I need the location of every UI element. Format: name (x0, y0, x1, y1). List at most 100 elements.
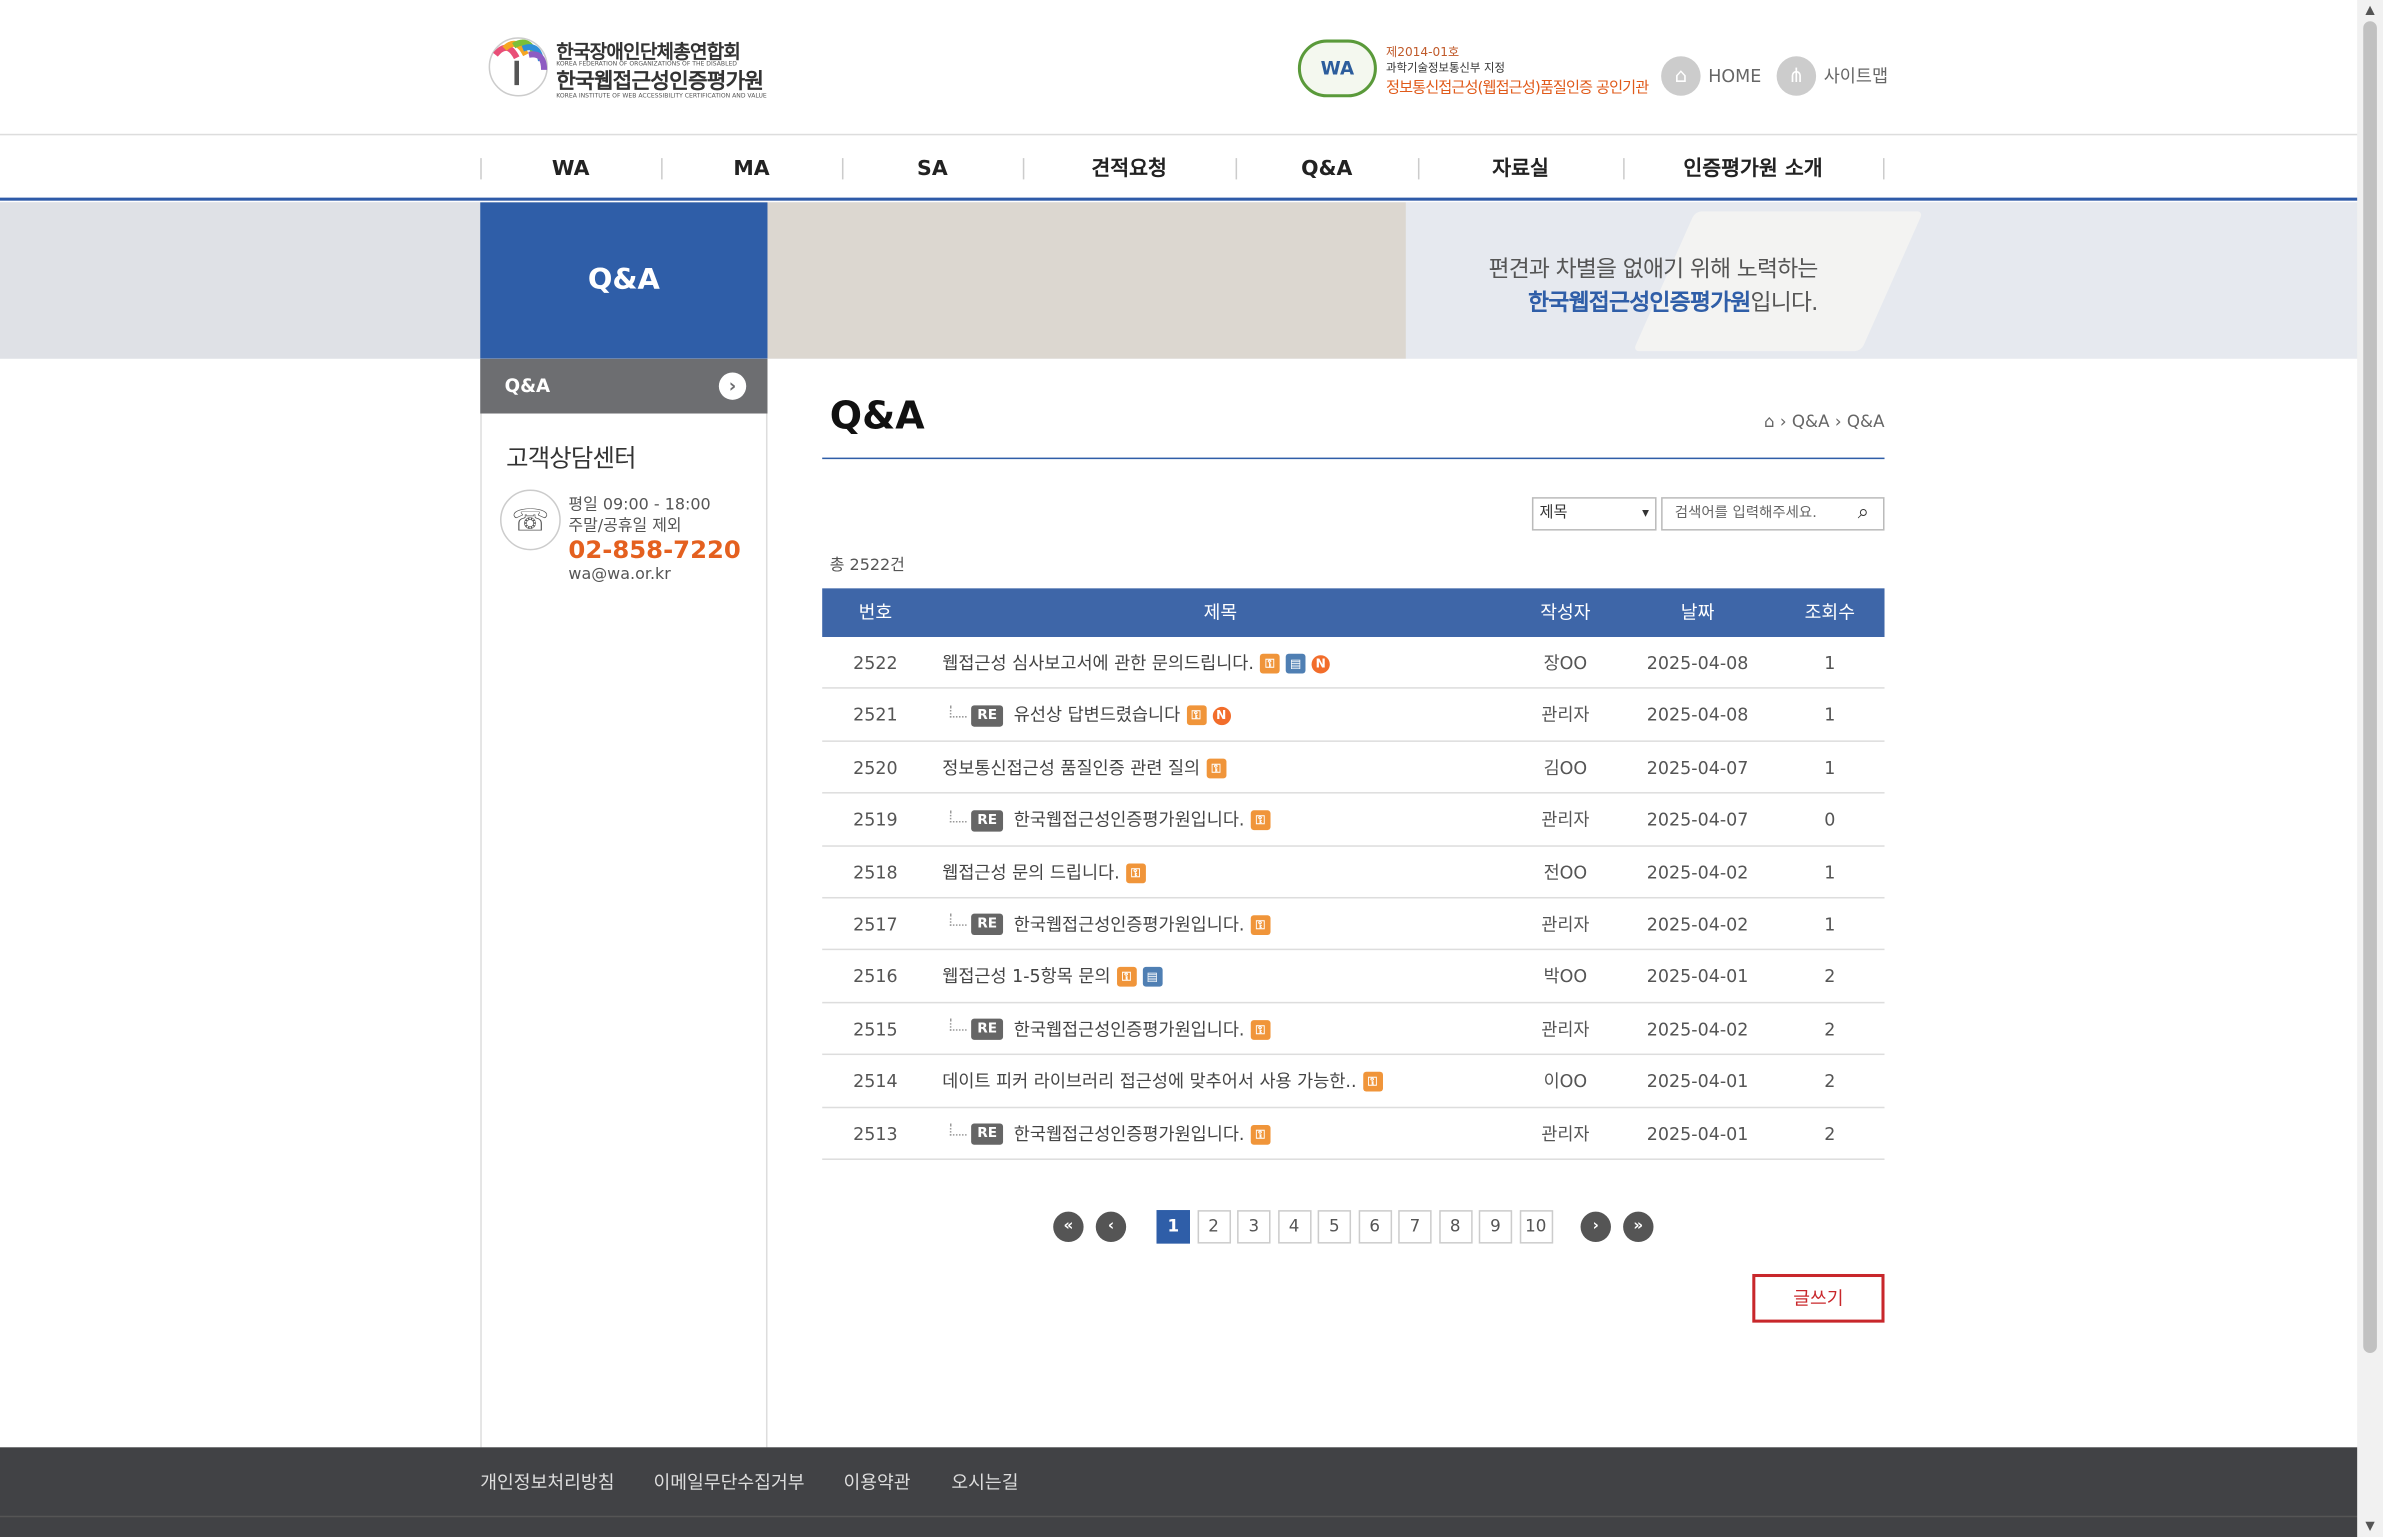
post-title-link[interactable]: 유선상 답변드렸습니다 (1014, 704, 1180, 725)
post-date: 2025-04-01 (1646, 965, 1749, 988)
first-page-icon[interactable]: « (1053, 1211, 1084, 1243)
reply-badge: RE (971, 914, 1004, 936)
post-writer: 관리자 (1541, 704, 1590, 726)
post-title-link[interactable]: 정보통신접근성 품질인증 관련 질의 (942, 757, 1200, 778)
scroll-down-icon[interactable]: ▼ (2362, 1519, 2379, 1534)
reply-badge: RE (971, 1123, 1004, 1145)
post-title-link[interactable]: 데이트 피커 라이브러리 접근성에 맞추어서 사용 가능한.. (942, 1070, 1356, 1091)
post-title-link[interactable]: 한국웹접근성인증평가원입니다. (1014, 1123, 1245, 1144)
gnb-item-about[interactable]: 인증평가원 소개 (1623, 137, 1883, 201)
page-number-button[interactable]: 8 (1438, 1210, 1472, 1244)
page-number-button[interactable]: 3 (1237, 1210, 1271, 1244)
lock-icon: ⚿ (1250, 1019, 1271, 1040)
table-row[interactable]: 2513 RE 한국웹접근성인증평가원입니다. ⚿ 관리자 2025-04-01 2 (822, 1108, 1885, 1160)
post-title-link[interactable]: 한국웹접근성인증평가원입니다. (1014, 1018, 1245, 1039)
weekend-note: 주말/공휴일 제외 (568, 516, 682, 536)
home-link[interactable]: ⌂ HOME (1661, 56, 1761, 96)
page-number-button[interactable]: 5 (1317, 1210, 1352, 1244)
post-views: 1 (1824, 652, 1836, 674)
post-number: 2517 (853, 913, 898, 935)
post-title-link[interactable]: 한국웹접근성인증평가원입니다. (1014, 809, 1245, 830)
table-row[interactable]: 2520 정보통신접근성 품질인증 관련 질의 ⚿ 김OO 2025-04-07 1 (822, 742, 1885, 794)
gnb-item-wa[interactable]: WA (480, 137, 661, 201)
table-row[interactable]: 2518 웹접근성 문의 드립니다. ⚿ 전OO 2025-04-02 1 (822, 846, 1885, 899)
post-views: 2 (1824, 1070, 1836, 1092)
post-date: 2025-04-01 (1646, 1122, 1749, 1145)
page-number-button[interactable]: 1 (1156, 1210, 1190, 1244)
total-count: 총 2522건 (829, 556, 905, 575)
qna-board-table: 번호 제목 작성자 날짜 조회수 2522 웹접근성 심사보고서에 관한 문의드립… (822, 588, 1885, 1160)
column-header-title: 제목 (1203, 602, 1238, 624)
post-writer: 김OO (1543, 756, 1588, 779)
page-number-button[interactable]: 10 (1519, 1210, 1553, 1244)
footer-directions-link[interactable]: 오시는길 (951, 1469, 1018, 1495)
sidebar-item-qna[interactable]: Q&A › (480, 358, 768, 414)
page-number-button[interactable]: 7 (1398, 1210, 1432, 1244)
table-row[interactable]: 2514 데이트 피커 라이브러리 접근성에 맞추어서 사용 가능한.. ⚿ 이OO 2… (822, 1055, 1885, 1108)
lock-icon: ⚿ (1259, 653, 1280, 674)
table-row[interactable]: 2515 RE 한국웹접근성인증평가원입니다. ⚿ 관리자 2025-04-02 2 (822, 1003, 1885, 1056)
vertical-scrollbar[interactable]: ▲ ▼ (2357, 0, 2383, 1537)
gnb-item-estimate[interactable]: 견적요청 (1023, 137, 1236, 201)
gnb-divider (1882, 158, 1885, 180)
reply-connector-icon (949, 705, 967, 718)
gnb-item-ma[interactable]: MA (661, 137, 842, 201)
slogan-suffix: 입니다. (1750, 288, 1819, 317)
post-writer: 관리자 (1541, 809, 1590, 831)
table-row[interactable]: 2516 웹접근성 1-5항목 문의 ⚿ ▤ 박OO 2025-04-01 2 (822, 951, 1885, 1003)
lock-icon: ⚿ (1206, 758, 1226, 779)
search-field-select[interactable]: 제목 ▾ (1531, 497, 1657, 531)
footer-privacy-link[interactable]: 개인정보처리방침 (480, 1469, 614, 1495)
footer-terms-link[interactable]: 이용약관 (843, 1469, 910, 1495)
scrollbar-thumb[interactable] (2363, 21, 2377, 1354)
page-number-button[interactable]: 9 (1478, 1210, 1513, 1244)
post-date: 2025-04-07 (1646, 756, 1749, 779)
table-row[interactable]: 2522 웹접근성 심사보고서에 관한 문의드립니다. ⚿ ▤ N 장OO 2025-04-… (822, 637, 1885, 690)
gnb-item-qna[interactable]: Q&A (1236, 137, 1418, 201)
post-title-link[interactable]: 웹접근성 문의 드립니다. (942, 861, 1119, 882)
table-row[interactable]: 2519 RE 한국웹접근성인증평가원입니다. ⚿ 관리자 2025-04-07 0 (822, 794, 1885, 847)
next-page-icon[interactable]: › (1580, 1211, 1611, 1243)
gnb-item-library[interactable]: 자료실 (1418, 137, 1623, 201)
scroll-up-icon[interactable]: ▲ (2362, 3, 2379, 18)
post-date: 2025-04-08 (1646, 652, 1749, 674)
prev-page-icon[interactable]: ‹ (1095, 1211, 1127, 1243)
post-title-cell: 웹접근성 심사보고서에 관한 문의드립니다. ⚿ ▤ N (942, 637, 1550, 689)
table-row[interactable]: 2517 RE 한국웹접근성인증평가원입니다. ⚿ 관리자 2025-04-02 1 (822, 898, 1885, 951)
post-title-cell: 정보통신접근성 품질인증 관련 질의 ⚿ (942, 742, 1550, 794)
search-icon[interactable]: ⌕ (1851, 502, 1875, 526)
post-views: 1 (1824, 861, 1836, 883)
post-title-cell: RE 한국웹접근성인증평가원입니다. ⚿ (942, 794, 1550, 846)
post-title-link[interactable]: 웹접근성 심사보고서에 관한 문의드립니다. (942, 652, 1254, 673)
logo-mark-icon (488, 37, 548, 97)
page-number-button[interactable]: 4 (1277, 1210, 1311, 1244)
site-logo[interactable]: 한국장애인단체총연합회 KOREA FEDERATION OF ORGANIZA… (483, 33, 767, 101)
chevron-right-icon: › (718, 372, 747, 400)
post-title-cell: 데이트 피커 라이브러리 접근성에 맞추어서 사용 가능한.. ⚿ (942, 1055, 1550, 1107)
left-sidebar: Q&A › 고객상담센터 ☏ 평일 09:00 - 18:00 주말/공휴일 제… (480, 358, 768, 1448)
page-number-button[interactable]: 6 (1357, 1210, 1392, 1244)
search-select-value: 제목 (1539, 504, 1568, 522)
post-title-link[interactable]: 한국웹접근성인증평가원입니다. (1014, 914, 1245, 935)
lock-icon: ⚿ (1250, 915, 1271, 935)
post-title-link[interactable]: 웹접근성 1-5항목 문의 (942, 966, 1110, 987)
sitemap-link[interactable]: ⋔ 사이트맵 (1776, 56, 1888, 96)
search-input[interactable]: 검색어를 입력해주세요. ⌕ (1661, 497, 1885, 531)
gnb-item-sa[interactable]: SA (842, 137, 1023, 201)
write-button[interactable]: 글쓰기 (1752, 1273, 1885, 1323)
footer-email-refusal-link[interactable]: 이메일무단수집거부 (654, 1469, 805, 1495)
breadcrumb-item[interactable]: Q&A (1792, 412, 1830, 432)
table-row[interactable]: 2521 RE 유선상 답변드렸습니다 ⚿ N 관리자 2025-04-08 1 (822, 689, 1885, 742)
lock-icon: ⚿ (1186, 705, 1207, 726)
breadcrumb-separator-icon: › (1834, 411, 1842, 432)
page-number-button[interactable]: 2 (1196, 1210, 1231, 1244)
post-number: 2518 (853, 861, 898, 883)
post-writer: 장OO (1543, 652, 1588, 674)
post-number: 2521 (853, 704, 898, 726)
home-icon[interactable]: ⌂ (1764, 412, 1775, 432)
post-title-cell: RE 한국웹접근성인증평가원입니다. ⚿ (942, 1108, 1550, 1160)
post-date: 2025-04-02 (1646, 861, 1749, 883)
email-address[interactable]: wa@wa.or.kr (568, 566, 670, 584)
last-page-icon[interactable]: » (1623, 1211, 1654, 1243)
slogan-line1: 편견과 차별을 없애기 위해 노력하는 (1488, 255, 1818, 283)
